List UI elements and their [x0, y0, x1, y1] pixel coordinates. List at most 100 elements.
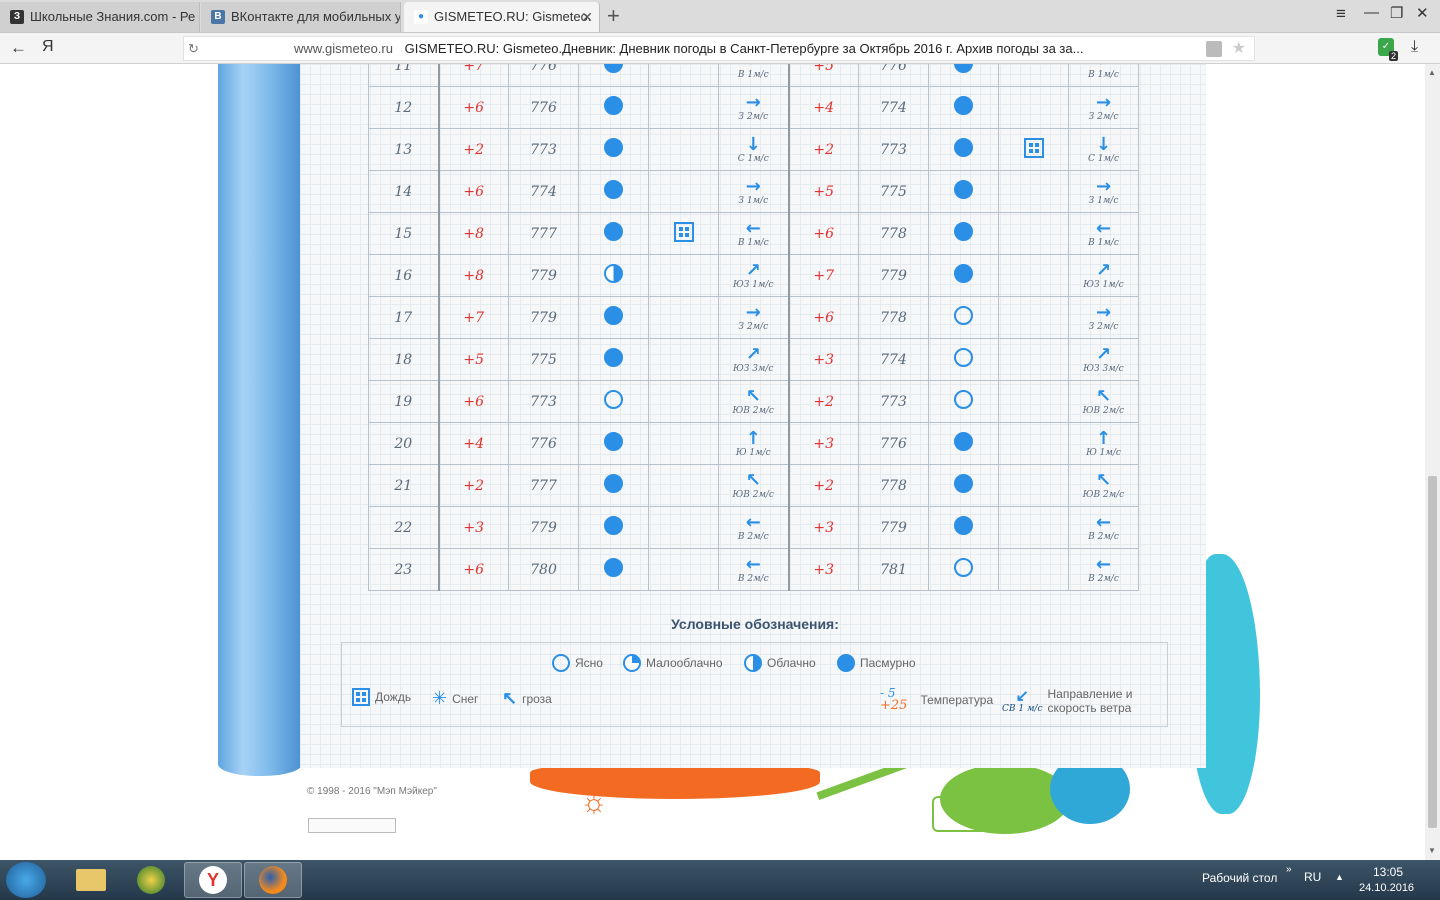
desktop-toolbar[interactable]: Рабочий стол [1202, 871, 1277, 885]
legend-label: Ясно [575, 656, 603, 670]
clear-icon [954, 348, 973, 367]
day-cell: 16 [368, 254, 439, 297]
wind-arrow-icon: ↖ [745, 469, 761, 491]
scroll-up-icon[interactable]: ▲ [1428, 68, 1436, 77]
phenomena-cell [648, 212, 719, 255]
reload-icon[interactable]: ↻ [188, 41, 199, 57]
firefox-button[interactable] [244, 862, 302, 898]
overcast-icon [604, 138, 623, 157]
language-indicator[interactable]: RU [1304, 870, 1321, 884]
taskbar: Y Рабочий стол » RU ▲ 13:05 24.10.2016 [0, 860, 1440, 900]
evening-temperature: +5 [813, 64, 835, 74]
overcast-icon [954, 516, 973, 535]
counter-widget[interactable] [308, 818, 396, 833]
explorer-button[interactable] [62, 862, 120, 898]
phenomena-cell [998, 86, 1069, 129]
wind-cell: ↗ ЮЗ 3м/с [718, 338, 789, 381]
evening-pressure-cell: 774 [858, 338, 929, 381]
scrollbar[interactable]: ▲ ▼ [1425, 64, 1440, 860]
legend-label: Дождь [375, 690, 412, 704]
clear-icon [954, 558, 973, 577]
phenomena-cell [648, 64, 719, 87]
wind-arrow-icon: ← [1096, 64, 1111, 70]
evening-temperature-cell: +3 [787, 506, 859, 549]
day-temperature: +6 [463, 183, 485, 200]
yandex-icon[interactable]: Я [42, 38, 54, 56]
restore-icon[interactable]: ❐ [1390, 4, 1403, 22]
close-tab-icon[interactable]: ✕ [581, 2, 593, 32]
lock-icon[interactable] [1206, 41, 1222, 57]
tab-znanija[interactable]: З Школьные Знания.com - Ре [0, 2, 200, 32]
new-tab-button[interactable]: + [607, 2, 620, 30]
day-temperature: +2 [463, 477, 485, 494]
day-pressure-cell: 774 [508, 170, 579, 213]
table-row: 19 +6 773 ↖ ЮВ 2м/с +2 773 ↖ ЮВ 2м/с [368, 380, 1139, 423]
tab-title: Школьные Знания.com - Ре [30, 9, 196, 24]
evening-pressure: 773 [880, 141, 907, 158]
tab-gismeteo[interactable]: ● GISMETEO.RU: Gismeteo. ✕ [404, 2, 600, 32]
overcast-icon [604, 64, 623, 73]
phenomena-cell [648, 464, 719, 507]
app-button[interactable] [122, 862, 180, 898]
overcast-icon [604, 558, 623, 577]
cloud-cell [578, 212, 649, 255]
legend-wind: ↙ СВ 1 м/с Направление и скорость ветра [1002, 687, 1133, 716]
evening-temperature-cell: +5 [787, 64, 859, 87]
evening-pressure: 778 [880, 225, 907, 242]
overcast-icon [954, 64, 973, 73]
snow-icon: ✳ [432, 688, 448, 708]
start-button[interactable] [6, 862, 46, 898]
wind-cell: ↓ С 1м/с [1068, 128, 1139, 171]
overcast-icon [954, 222, 973, 241]
rain-icon [1023, 137, 1044, 158]
phenomena-cell [998, 380, 1069, 423]
url-field[interactable]: ↻ www.gismeteo.ru GISMETEO.RU: Gismeteo.… [183, 36, 1255, 61]
table-row: 17 +7 779 → З 2м/с +6 778 → З 2м/с [368, 296, 1139, 339]
tab-title: GISMETEO.RU: Gismeteo. [434, 9, 592, 24]
legend-label: скорость ветра [1047, 701, 1132, 716]
day-cell: 20 [368, 422, 439, 465]
evening-temperature: +5 [813, 183, 835, 200]
day-temperature-cell: +6 [437, 548, 509, 591]
wind-cell: ↖ ЮВ 2м/с [1068, 464, 1139, 507]
table-row: 16 +8 779 ↗ ЮЗ 1м/с +7 779 ↗ ЮЗ 1м/с [368, 254, 1139, 297]
scrollbar-thumb[interactable] [1428, 476, 1437, 828]
back-icon[interactable]: ← [10, 38, 27, 58]
wind-cell: ← В 2м/с [718, 506, 789, 549]
wind-cell: ↖ ЮВ 2м/с [1068, 380, 1139, 423]
wind-label: З 1м/с [738, 195, 769, 206]
clock-date[interactable]: 24.10.2016 [1359, 882, 1414, 894]
phenomena-cell [998, 338, 1069, 381]
legend-overcast: Пасмурно [837, 654, 916, 672]
yandex-browser-button[interactable]: Y [184, 862, 242, 898]
drop-icon: ● [414, 10, 428, 24]
close-window-icon[interactable]: ✕ [1416, 4, 1429, 22]
chevron-right-icon[interactable]: » [1286, 864, 1292, 875]
day: 17 [394, 309, 413, 326]
tray-expand-icon[interactable]: ▲ [1335, 872, 1344, 882]
wind-label: В 2м/с [1088, 573, 1119, 584]
evening-temperature-cell: +5 [787, 170, 859, 213]
menu-icon[interactable]: ≡ [1336, 4, 1346, 24]
evening-pressure-cell: 774 [858, 86, 929, 129]
clock-time[interactable]: 13:05 [1373, 865, 1403, 879]
day-pressure: 776 [530, 99, 557, 116]
minimize-icon[interactable]: — [1364, 4, 1379, 21]
tab-vk[interactable]: В ВКонтакте для мобильных у [201, 2, 401, 32]
legend-label: Облачно [767, 656, 816, 670]
download-icon[interactable]: ⤓ [1411, 38, 1418, 56]
scroll-down-icon[interactable]: ▼ [1428, 846, 1436, 855]
wind-arrow-icon: ← [1095, 553, 1112, 575]
day: 21 [394, 477, 413, 494]
bookmark-star-icon[interactable]: ★ [1232, 38, 1246, 58]
overcast-icon [954, 96, 973, 115]
phenomena-cell [998, 464, 1069, 507]
evening-pressure: 774 [880, 351, 907, 368]
evening-temperature-cell: +2 [787, 380, 859, 423]
wind-label: ЮЗ 1м/с [1083, 279, 1124, 290]
evening-temperature-cell: +3 [787, 422, 859, 465]
day-pressure-cell: 777 [508, 212, 579, 255]
evening-temperature-cell: +7 [787, 254, 859, 297]
day-cell: 12 [368, 86, 439, 129]
evening-pressure: 781 [880, 561, 907, 578]
